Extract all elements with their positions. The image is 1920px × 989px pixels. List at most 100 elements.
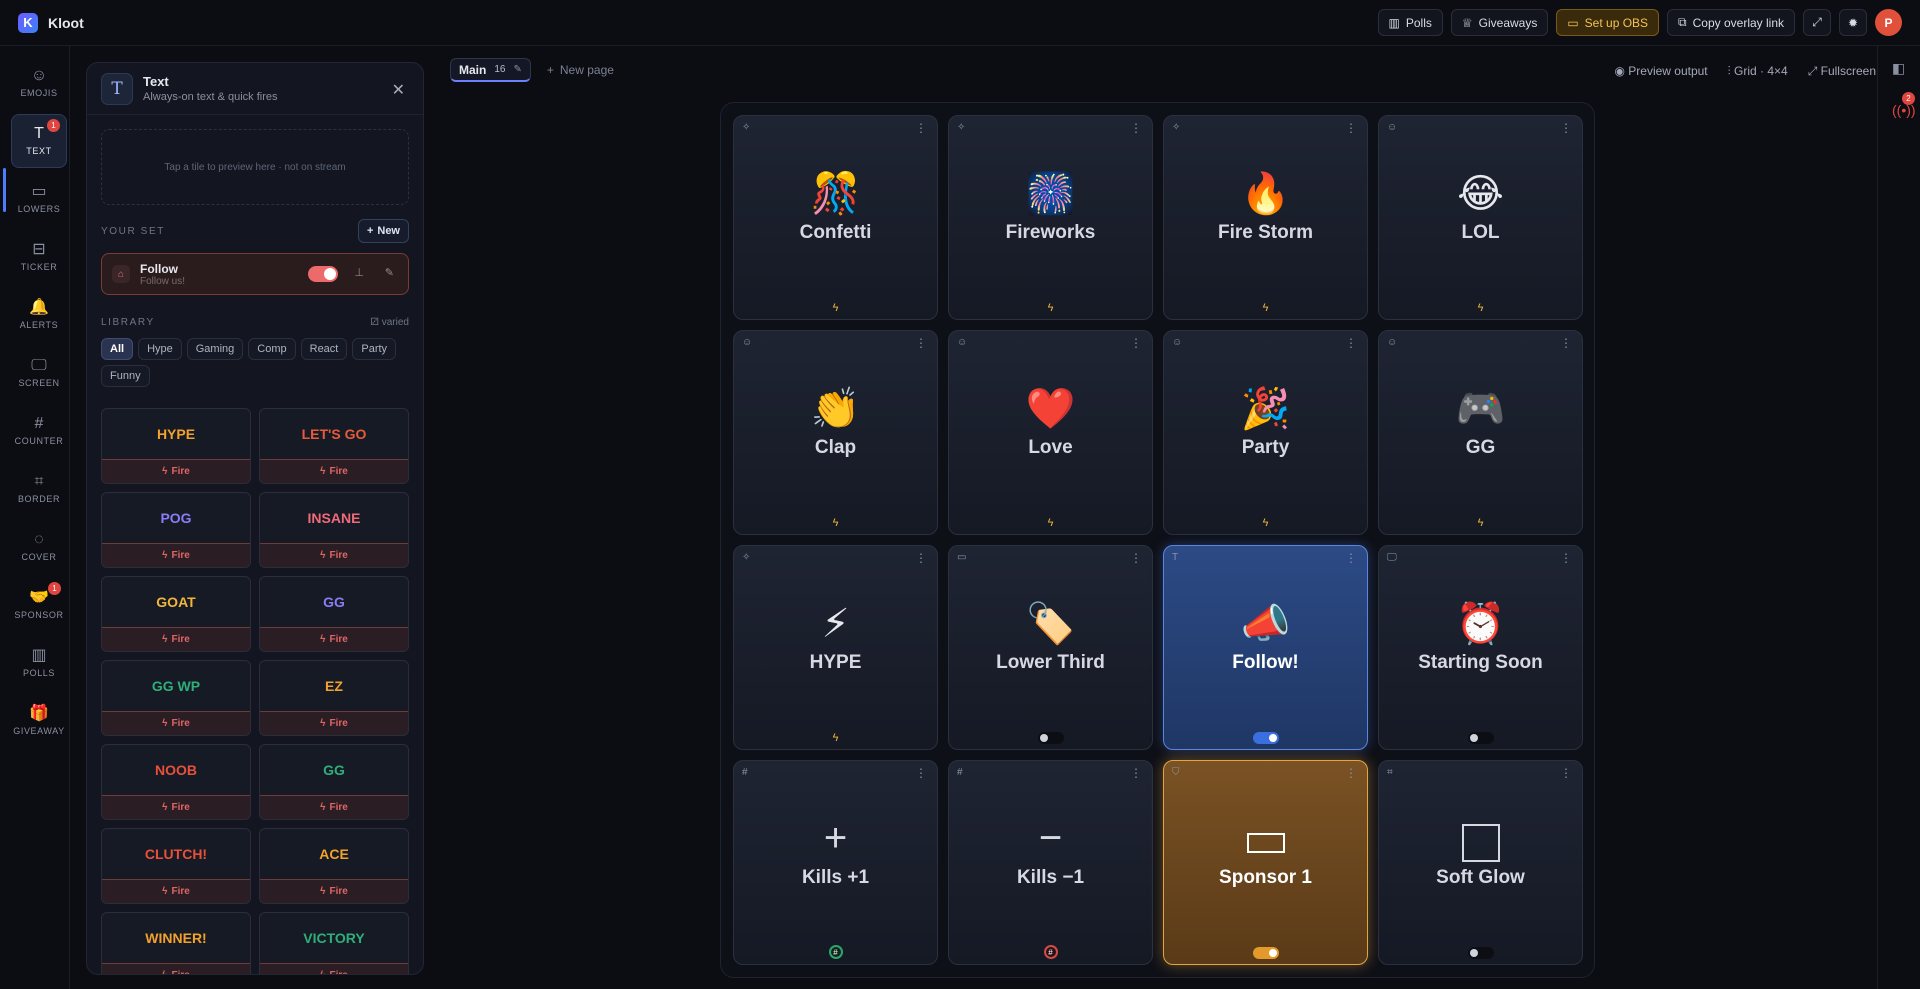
debug-button[interactable]: ✹: [1839, 9, 1867, 36]
library-card[interactable]: LET'S GO ϟ Fire: [259, 408, 409, 484]
live-signal-icon[interactable]: ((•)): [1892, 102, 1916, 118]
more-icon[interactable]: ⋮: [915, 551, 927, 565]
tile-toggle[interactable]: [1252, 947, 1279, 959]
library-card[interactable]: POG ϟ Fire: [101, 492, 251, 568]
library-card[interactable]: GG WP ϟ Fire: [101, 660, 251, 736]
rail-item-emojis[interactable]: ☺ EMOJIS: [11, 56, 67, 110]
expand-button[interactable]: ⤢: [1803, 9, 1831, 36]
tile-toggle[interactable]: [1037, 732, 1064, 744]
fire-button[interactable]: ϟFire: [102, 543, 250, 567]
fire-button[interactable]: ϟFire: [102, 459, 250, 483]
filter-chip-funny[interactable]: Funny: [101, 365, 150, 387]
filter-chip-gaming[interactable]: Gaming: [186, 338, 244, 360]
fire-button[interactable]: ϟFire: [102, 795, 250, 819]
tab-main[interactable]: Main 16 ✎: [450, 58, 531, 82]
new-page-button[interactable]: + New page: [547, 63, 614, 77]
library-card[interactable]: ACE ϟ Fire: [259, 828, 409, 904]
library-card[interactable]: HYPE ϟ Fire: [101, 408, 251, 484]
tile-toggle[interactable]: [1467, 947, 1494, 959]
varied-label[interactable]: ⚂ varied: [370, 317, 409, 328]
tile-fire-storm[interactable]: ✧ ⋮ 🔥 Fire Storm ϟ: [1163, 115, 1368, 320]
pencil-icon[interactable]: ✎: [513, 64, 521, 75]
tile-kills-1[interactable]: # ⋮ − Kills −1 #: [948, 760, 1153, 965]
set-item-follow[interactable]: ⌂ Follow Follow us! ⊥ ✎: [101, 253, 409, 295]
more-icon[interactable]: ⋮: [915, 121, 927, 135]
rail-item-alerts[interactable]: 🔔 ALERTS: [11, 288, 67, 342]
more-icon[interactable]: ⋮: [915, 766, 927, 780]
library-card[interactable]: WINNER! ϟ Fire: [101, 912, 251, 974]
tile-lower-third[interactable]: ▭ ⋮ 🏷️ Lower Third: [948, 545, 1153, 750]
fire-button[interactable]: ϟFire: [260, 459, 408, 483]
library-card[interactable]: GG ϟ Fire: [259, 744, 409, 820]
polls-button[interactable]: ▥ Polls: [1377, 9, 1443, 36]
tile-toggle[interactable]: [1467, 732, 1494, 744]
tile-soft-glow[interactable]: ⌗ ⋮ Soft Glow: [1378, 760, 1583, 965]
avatar[interactable]: P: [1875, 9, 1902, 36]
tile-love[interactable]: ☺ ⋮ ❤️ Love ϟ: [948, 330, 1153, 535]
library-card[interactable]: CLUTCH! ϟ Fire: [101, 828, 251, 904]
rail-item-text[interactable]: T TEXT 1: [11, 114, 67, 168]
library-card[interactable]: GOAT ϟ Fire: [101, 576, 251, 652]
fire-button[interactable]: ϟFire: [260, 543, 408, 567]
more-icon[interactable]: ⋮: [915, 336, 927, 350]
fire-button[interactable]: ϟFire: [102, 711, 250, 735]
new-button[interactable]: + New: [357, 219, 409, 243]
rail-item-border[interactable]: ⌗ BORDER: [11, 462, 67, 516]
more-icon[interactable]: ⋮: [1560, 766, 1572, 780]
tile-fireworks[interactable]: ✧ ⋮ 🎆 Fireworks ϟ: [948, 115, 1153, 320]
fire-button[interactable]: ϟFire: [260, 795, 408, 819]
rail-item-giveaway[interactable]: 🎁 GIVEAWAY: [11, 694, 67, 748]
preview-output-button[interactable]: ◉ Preview output: [1614, 64, 1707, 79]
more-icon[interactable]: ⋮: [1560, 551, 1572, 565]
fullscreen-button[interactable]: ⤢ Fullscreen: [1808, 64, 1876, 79]
rail-item-screen[interactable]: 🖵 SCREEN: [11, 346, 67, 400]
more-icon[interactable]: ⋮: [1560, 336, 1572, 350]
set-item-toggle[interactable]: [308, 266, 338, 282]
more-icon[interactable]: ⋮: [1345, 551, 1357, 565]
fire-button[interactable]: ϟFire: [102, 963, 250, 974]
filter-chip-react[interactable]: React: [300, 338, 348, 360]
fire-button[interactable]: ϟFire: [260, 711, 408, 735]
library-card[interactable]: GG ϟ Fire: [259, 576, 409, 652]
more-icon[interactable]: ⋮: [1130, 336, 1142, 350]
setup-obs-button[interactable]: ▭ Set up OBS: [1556, 9, 1660, 36]
rail-item-polls[interactable]: ▥ POLLS: [11, 636, 67, 690]
fire-button[interactable]: ϟFire: [260, 963, 408, 974]
edit-icon[interactable]: ✎: [385, 266, 394, 279]
filter-chip-all[interactable]: All: [101, 338, 134, 360]
more-icon[interactable]: ⋮: [1345, 336, 1357, 350]
fire-button[interactable]: ϟFire: [102, 627, 250, 651]
tile-starting-soon[interactable]: 🖵 ⋮ ⏰ Starting Soon: [1378, 545, 1583, 750]
fire-button[interactable]: ϟFire: [260, 627, 408, 651]
filter-chip-hype[interactable]: Hype: [138, 338, 182, 360]
fire-button[interactable]: ϟFire: [102, 879, 250, 903]
more-icon[interactable]: ⋮: [1345, 766, 1357, 780]
rail-item-counter[interactable]: # COUNTER: [11, 404, 67, 458]
library-card[interactable]: EZ ϟ Fire: [259, 660, 409, 736]
library-card[interactable]: NOOB ϟ Fire: [101, 744, 251, 820]
fire-button[interactable]: ϟFire: [260, 879, 408, 903]
filter-chip-comp[interactable]: Comp: [248, 338, 296, 360]
tile-kills-1[interactable]: # ⋮ + Kills +1 #: [733, 760, 938, 965]
sidebar-toggle-icon[interactable]: ◧: [1892, 60, 1905, 77]
more-icon[interactable]: ⋮: [1130, 121, 1142, 135]
library-card[interactable]: INSANE ϟ Fire: [259, 492, 409, 568]
filter-chip-party[interactable]: Party: [352, 338, 397, 360]
tile-confetti[interactable]: ✧ ⋮ 🎊 Confetti ϟ: [733, 115, 938, 320]
tile-lol[interactable]: ☺ ⋮ 😂 LOL ϟ: [1378, 115, 1583, 320]
more-icon[interactable]: ⋮: [1130, 551, 1142, 565]
preview-area[interactable]: Tap a tile to preview here · not on stre…: [101, 129, 409, 205]
library-card[interactable]: VICTORY ϟ Fire: [259, 912, 409, 974]
more-icon[interactable]: ⋮: [1130, 766, 1142, 780]
close-icon[interactable]: ✕: [392, 80, 405, 100]
rail-item-lowers[interactable]: ▭ LOWERS: [11, 172, 67, 226]
giveaways-button[interactable]: ♕ Giveaways: [1450, 9, 1549, 36]
more-icon[interactable]: ⋮: [1560, 121, 1572, 135]
rail-item-cover[interactable]: ◌ COVER: [11, 520, 67, 574]
tile-follow[interactable]: T ⋮ 📣 Follow!: [1163, 545, 1368, 750]
pin-icon[interactable]: ⊥: [354, 266, 364, 279]
tile-clap[interactable]: ☺ ⋮ 👏 Clap ϟ: [733, 330, 938, 535]
tile-gg[interactable]: ☺ ⋮ 🎮 GG ϟ: [1378, 330, 1583, 535]
tile-toggle[interactable]: [1252, 732, 1279, 744]
tile-party[interactable]: ☺ ⋮ 🎉 Party ϟ: [1163, 330, 1368, 535]
